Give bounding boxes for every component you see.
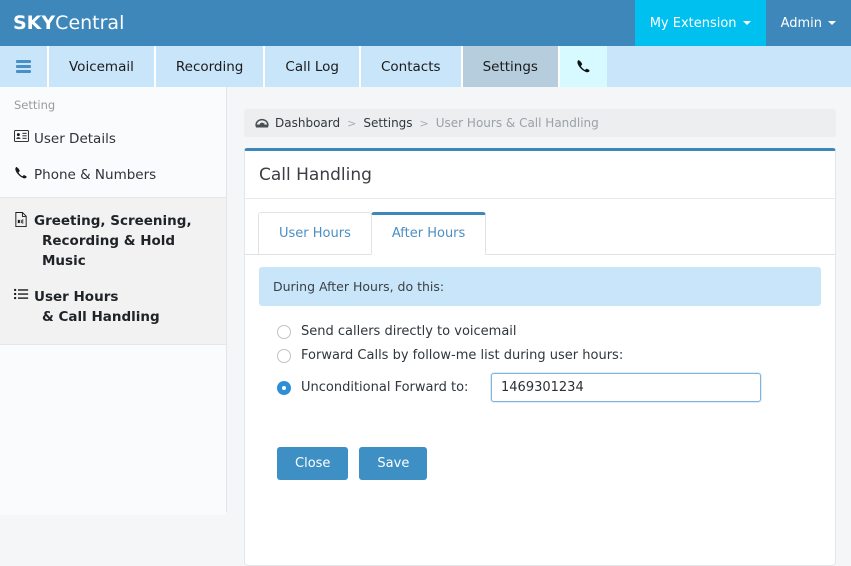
brand-light: Central — [55, 12, 125, 34]
tab-bar: User Hours After Hours — [245, 199, 835, 255]
breadcrumb: Dashboard > Settings > User Hours & Call… — [244, 109, 836, 137]
breadcrumb-dashboard[interactable]: Dashboard — [275, 116, 340, 130]
call-handling-options: Send callers directly to voicemail Forwa… — [259, 306, 821, 402]
breadcrumb-settings[interactable]: Settings — [363, 116, 412, 130]
tab-label: User Hours — [279, 226, 351, 241]
nav-item-call-log[interactable]: Call Log — [265, 46, 361, 87]
forward-number-input[interactable] — [491, 373, 761, 402]
nav-item-dialer[interactable] — [559, 46, 607, 87]
sidebar-item-phone-numbers[interactable]: Phone & Numbers — [0, 157, 226, 193]
sidebar-item-label: User Details — [34, 131, 116, 147]
close-button[interactable]: Close — [277, 447, 349, 480]
sidebar-group-bottom: Greeting, Screening, Recording & Hold Mu… — [0, 197, 226, 345]
sidebar-item-label: Phone & Numbers — [34, 167, 157, 183]
main-navbar: Voicemail Recording Call Log Contacts Se… — [0, 46, 851, 87]
sidebar-empty-space — [0, 345, 226, 515]
my-extension-menu[interactable]: My Extension — [634, 0, 766, 46]
chevron-down-icon — [742, 21, 751, 25]
audio-file-icon — [14, 212, 34, 227]
my-extension-label: My Extension — [649, 15, 737, 31]
top-header: SKY Central My Extension Admin — [0, 0, 851, 46]
admin-label: Admin — [780, 15, 822, 31]
nav-item-recording[interactable]: Recording — [156, 46, 266, 87]
call-handling-panel: Call Handling User Hours After Hours Dur… — [244, 148, 836, 566]
menu-toggle-button[interactable] — [0, 46, 49, 87]
breadcrumb-separator: > — [347, 116, 357, 130]
chevron-down-icon — [828, 21, 836, 25]
nav-label: Contacts — [381, 58, 441, 75]
option-row-unconditional-forward[interactable]: Unconditional Forward to: — [277, 373, 821, 402]
dashboard-icon — [255, 118, 269, 129]
tab-after-hours[interactable]: After Hours — [370, 212, 487, 255]
sidebar-item-label-line2: Recording & Hold Music — [42, 233, 176, 269]
header-spacer — [124, 0, 634, 46]
sidebar-group-top: User Details Phone & Numbers — [0, 121, 226, 197]
nav-item-settings[interactable]: Settings — [462, 46, 560, 87]
page-title: Call Handling — [245, 151, 835, 199]
sidebar-item-user-hours[interactable]: User Hours & Call Handling — [0, 279, 226, 335]
nav-item-contacts[interactable]: Contacts — [361, 46, 463, 87]
nav-label: Settings — [482, 58, 538, 75]
id-card-icon — [14, 130, 34, 142]
tab-user-hours[interactable]: User Hours — [258, 212, 372, 254]
nav-label: Voicemail — [69, 58, 134, 75]
admin-menu[interactable]: Admin — [766, 0, 851, 46]
sidebar-item-label-line2: & Call Handling — [42, 309, 160, 325]
phone-icon — [576, 59, 591, 74]
nav-item-voicemail[interactable]: Voicemail — [49, 46, 156, 87]
option-label: Forward Calls by follow-me list during u… — [301, 348, 624, 363]
option-label: Send callers directly to voicemail — [301, 324, 517, 339]
sidebar-section-label: Setting — [14, 98, 56, 112]
list-icon — [14, 288, 34, 300]
settings-sidebar: Setting User Details Phone & Numbers Gre… — [0, 87, 227, 515]
brand-strong: SKY — [13, 12, 56, 34]
radio-send-to-voicemail[interactable] — [277, 324, 291, 339]
panel-body: During After Hours, do this: Send caller… — [245, 255, 835, 480]
panel-actions: Close Save — [259, 411, 821, 480]
breadcrumb-separator: > — [419, 116, 429, 130]
brand-logo[interactable]: SKY Central — [0, 0, 124, 46]
sidebar-item-greeting-screening[interactable]: Greeting, Screening, Recording & Hold Mu… — [0, 203, 226, 279]
hamburger-icon — [16, 58, 31, 76]
tab-label: After Hours — [391, 226, 466, 241]
nav-label: Recording — [175, 58, 244, 75]
sidebar-item-label: User Hours — [34, 289, 119, 305]
sidebar-item-label: Greeting, Screening, — [34, 213, 192, 229]
option-row-follow-me[interactable]: Forward Calls by follow-me list during u… — [277, 348, 821, 363]
content-area: Dashboard > Settings > User Hours & Call… — [228, 87, 851, 566]
nav-label: Call Log — [285, 58, 339, 75]
phone-icon — [14, 166, 34, 180]
after-hours-notice: During After Hours, do this: — [259, 267, 821, 306]
breadcrumb-current: User Hours & Call Handling — [435, 116, 599, 130]
save-button[interactable]: Save — [359, 447, 428, 480]
option-label: Unconditional Forward to: — [301, 380, 469, 395]
sidebar-item-user-details[interactable]: User Details — [0, 121, 226, 157]
app-root: SKY Central My Extension Admin Voicemail … — [0, 0, 851, 566]
radio-forward-follow-me[interactable] — [277, 348, 291, 363]
option-row-voicemail[interactable]: Send callers directly to voicemail — [277, 324, 821, 339]
radio-unconditional-forward[interactable] — [277, 380, 291, 395]
